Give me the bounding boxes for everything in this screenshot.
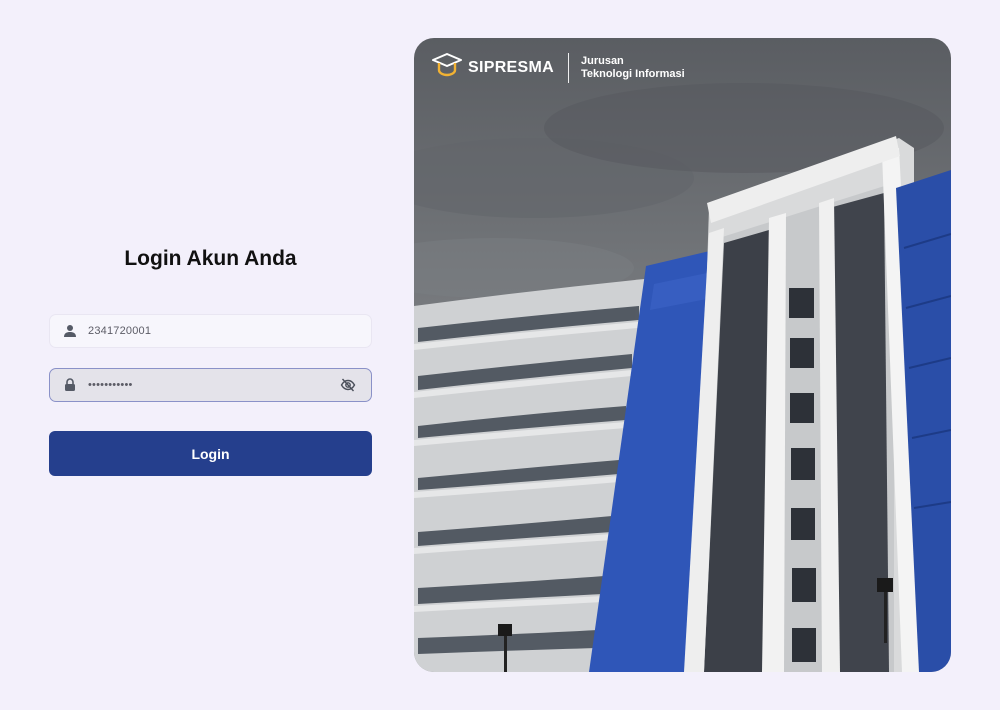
password-value[interactable]: •••••••••••	[88, 379, 339, 391]
login-panel: Login Akun Anda 2341720001 ••••••••••• L	[0, 0, 414, 710]
department-label: Jurusan Teknologi Informasi	[581, 55, 685, 81]
username-field[interactable]: 2341720001	[49, 314, 372, 348]
brand-name: SIPRESMA	[468, 58, 554, 76]
username-value[interactable]: 2341720001	[88, 325, 371, 337]
user-icon	[62, 323, 78, 339]
department-line-2: Teknologi Informasi	[580, 67, 685, 80]
department-line-1: Jurusan	[580, 54, 624, 67]
login-button[interactable]: Login	[49, 431, 372, 476]
brand-divider	[567, 52, 569, 83]
lock-icon	[62, 377, 78, 393]
password-field[interactable]: •••••••••••	[49, 368, 372, 402]
brand-header: SIPRESMA Jurusan Teknologi Informasi	[432, 52, 685, 83]
building-illustration	[414, 83, 951, 672]
eye-off-icon[interactable]	[339, 376, 357, 394]
campus-photo: SIPRESMA Jurusan Teknologi Informasi	[414, 38, 951, 672]
page-title: Login Akun Anda	[124, 247, 297, 270]
graduation-cap-icon	[432, 52, 462, 83]
